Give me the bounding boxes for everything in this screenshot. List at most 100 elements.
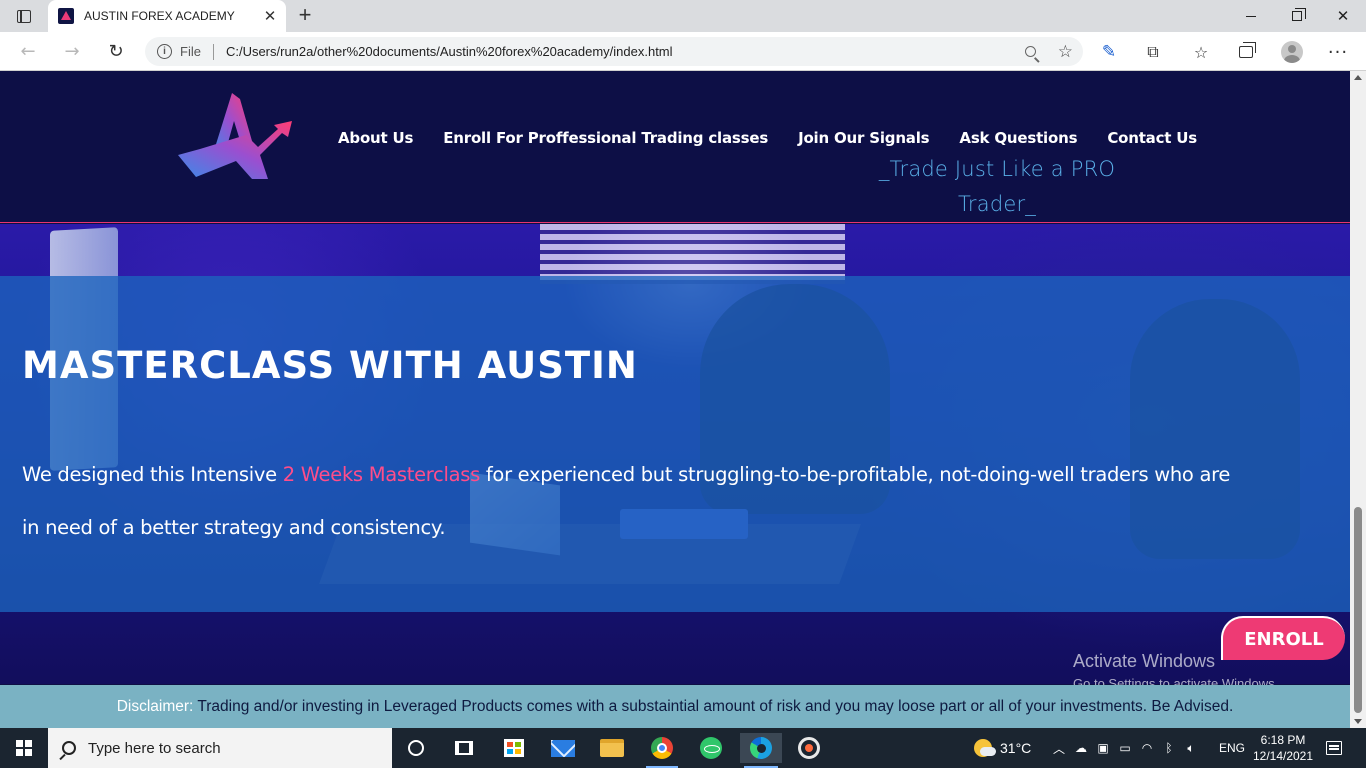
windows-logo-icon	[16, 740, 32, 756]
tab-bar: AUSTIN FOREX ACADEMY ✕ + ✕	[0, 0, 1366, 32]
more-icon[interactable]: ···	[1325, 40, 1351, 64]
academy-logo[interactable]	[176, 91, 294, 183]
new-tab-button[interactable]: +	[293, 4, 317, 27]
start-button[interactable]	[0, 728, 48, 768]
nav-ask-questions[interactable]: Ask Questions	[959, 129, 1077, 147]
page-scrollbar[interactable]	[1350, 71, 1366, 728]
tagline: _Trade Just Like a PRO Trader_	[872, 152, 1122, 222]
window-minimize-button[interactable]	[1228, 0, 1274, 32]
chrome-app[interactable]	[642, 733, 682, 768]
clock-date: 12/14/2021	[1252, 749, 1314, 763]
atom-app[interactable]	[691, 733, 731, 763]
notification-icon	[1326, 741, 1342, 755]
store-app[interactable]	[494, 733, 534, 763]
chevron-up-icon[interactable]: ︿	[1048, 728, 1070, 768]
window-restore-button[interactable]	[1274, 0, 1320, 32]
site-favicon-icon	[58, 8, 74, 24]
tab-title: AUSTIN FOREX ACADEMY	[84, 9, 235, 23]
weather-temperature: 31°C	[1000, 740, 1032, 756]
scroll-down-icon[interactable]	[1354, 719, 1362, 724]
clock-time: 6:18 PM	[1260, 733, 1306, 747]
site-header: About Us Enroll For Proffessional Tradin…	[0, 71, 1350, 223]
watermark-title: Activate Windows	[1073, 651, 1216, 671]
favorites-icon[interactable]: ☆	[1188, 40, 1214, 64]
window-close-button[interactable]: ✕	[1320, 0, 1366, 32]
mail-app[interactable]	[543, 733, 583, 763]
atom-icon	[700, 737, 722, 759]
bluetooth-icon[interactable]: ᛒ	[1158, 728, 1180, 768]
address-bar[interactable]: i File C:/Users/run2a/other%20documents/…	[145, 37, 1083, 66]
profile-icon	[1281, 41, 1303, 63]
edge-icon	[750, 737, 772, 759]
back-icon: ←	[20, 40, 36, 62]
search-icon	[62, 741, 76, 755]
tab-actions-button[interactable]	[10, 6, 38, 26]
tagline-line-2: Trader_	[957, 192, 1037, 216]
back-button[interactable]: ←	[13, 38, 43, 64]
mail-icon	[551, 739, 575, 757]
volume-icon[interactable]: 🔈︎	[1180, 728, 1202, 768]
recorder-icon	[798, 737, 820, 759]
extension-pen-icon[interactable]: ✎	[1096, 40, 1122, 64]
tagline-line-1: _Trade Just Like a PRO	[878, 157, 1116, 181]
taskbar-search[interactable]: Type here to search	[48, 728, 392, 768]
task-view-button[interactable]	[444, 733, 484, 763]
address-divider	[212, 43, 214, 60]
cortana-button[interactable]	[396, 733, 436, 763]
nav-enroll-classes[interactable]: Enroll For Proffessional Trading classes	[443, 129, 768, 147]
forward-button[interactable]: →	[57, 38, 87, 64]
notification-center-button[interactable]	[1322, 728, 1346, 768]
cortana-icon	[408, 740, 424, 756]
collections-icon[interactable]	[1233, 40, 1259, 64]
forward-icon: →	[64, 40, 80, 62]
task-view-icon	[455, 741, 473, 755]
nav-join-signals[interactable]: Join Our Signals	[798, 129, 930, 147]
onedrive-icon[interactable]: ☁	[1070, 728, 1092, 768]
hero-description: We designed this Intensive 2 Weeks Maste…	[22, 448, 1252, 554]
restore-icon	[1292, 8, 1306, 21]
extensions-icon[interactable]: ⧉	[1140, 40, 1166, 64]
hero-text-start: We designed this Intensive	[22, 463, 283, 486]
chrome-icon	[651, 737, 673, 759]
hero-title: MASTERCLASS WITH AUSTIN	[22, 344, 638, 387]
favorites-add-icon[interactable]: ☆	[1058, 42, 1073, 62]
disclaimer-label: Disclaimer:	[116, 697, 194, 715]
tab-close-button[interactable]: ✕	[260, 6, 280, 26]
reload-button[interactable]: ↻	[101, 38, 131, 64]
zoom-icon[interactable]	[1020, 41, 1042, 63]
disclaimer-bar: Disclaimer: Trading and/or investing in …	[0, 685, 1350, 728]
nav-contact-us[interactable]: Contact Us	[1107, 129, 1197, 147]
weather-icon	[974, 739, 996, 757]
disclaimer-text: Trading and/or investing in Leveraged Pr…	[197, 697, 1234, 715]
reload-icon: ↻	[108, 40, 124, 62]
recorder-app[interactable]	[789, 733, 829, 763]
hero-overlay: MASTERCLASS WITH AUSTIN We designed this…	[0, 276, 1350, 612]
profile-button[interactable]	[1279, 40, 1305, 64]
main-nav: About Us Enroll For Proffessional Tradin…	[338, 129, 1227, 147]
browser-tab[interactable]: AUSTIN FOREX ACADEMY ✕	[48, 0, 286, 32]
url-text[interactable]: C:/Users/run2a/other%20documents/Austin%…	[226, 44, 1020, 59]
hero-section: MASTERCLASS WITH AUSTIN We designed this…	[0, 224, 1350, 684]
scroll-up-icon[interactable]	[1354, 75, 1362, 80]
language-indicator[interactable]: ENG	[1219, 728, 1245, 768]
file-explorer-app[interactable]	[592, 733, 632, 763]
minimize-icon	[1246, 15, 1256, 17]
store-icon	[504, 739, 524, 757]
wifi-icon[interactable]: ◠	[1136, 728, 1158, 768]
protocol-label: File	[180, 44, 201, 59]
device-icon[interactable]: ▣	[1092, 728, 1114, 768]
taskbar-clock[interactable]: 6:18 PM 12/14/2021	[1250, 728, 1316, 768]
system-tray-icons: ︿ ☁ ▣ ▭ ◠ ᛒ 🔈︎	[1048, 728, 1202, 768]
windows-taskbar: Type here to search 31°C ︿ ☁ ▣ ▭ ◠ ᛒ 🔈︎ …	[0, 728, 1366, 768]
weather-widget[interactable]: 31°C	[974, 728, 1031, 768]
page-viewport: About Us Enroll For Proffessional Tradin…	[0, 71, 1350, 728]
info-icon[interactable]: i	[157, 44, 172, 59]
search-placeholder: Type here to search	[88, 739, 221, 757]
folder-icon	[600, 739, 624, 757]
scroll-thumb[interactable]	[1354, 507, 1362, 713]
battery-icon[interactable]: ▭	[1114, 728, 1136, 768]
address-toolbar: ← → ↻ i File C:/Users/run2a/other%20docu…	[0, 32, 1366, 71]
nav-about-us[interactable]: About Us	[338, 129, 413, 147]
edge-app[interactable]	[740, 733, 782, 768]
hero-text-highlight: 2 Weeks Masterclass	[282, 463, 481, 486]
